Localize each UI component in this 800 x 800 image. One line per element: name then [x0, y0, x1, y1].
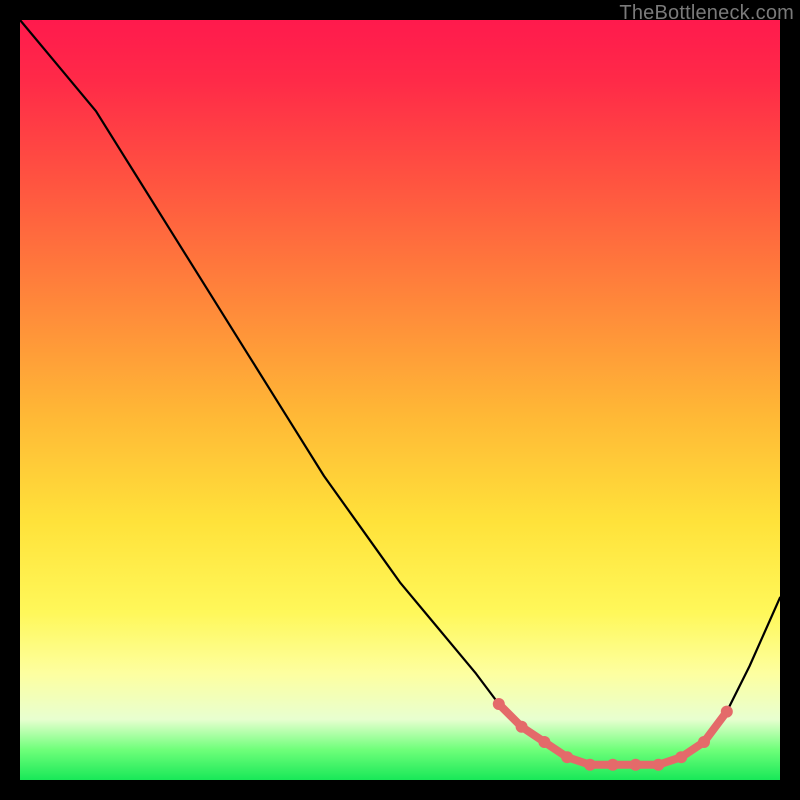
- marker-dot: [561, 751, 573, 763]
- marker-dot: [698, 736, 710, 748]
- marker-dot: [493, 698, 505, 710]
- optimal-range-line: [499, 704, 727, 765]
- watermark-text: TheBottleneck.com: [619, 2, 794, 25]
- marker-dot: [675, 751, 687, 763]
- bottleneck-curve: [20, 20, 780, 765]
- marker-dot: [607, 759, 619, 771]
- marker-dot: [721, 706, 733, 718]
- marker-dot: [584, 759, 596, 771]
- plot-area: [20, 20, 780, 780]
- marker-dot: [652, 759, 664, 771]
- chart-svg: [20, 20, 780, 780]
- outer-frame: TheBottleneck.com: [0, 0, 800, 800]
- marker-dot: [516, 721, 528, 733]
- marker-dot: [630, 759, 642, 771]
- marker-dot: [538, 736, 550, 748]
